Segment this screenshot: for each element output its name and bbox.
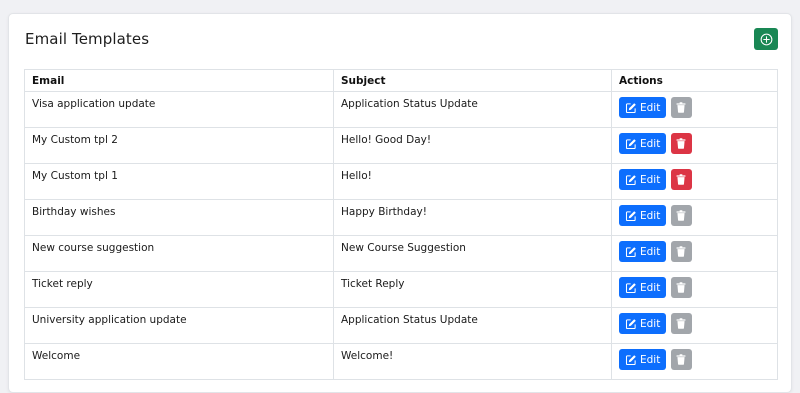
table-row: Ticket reply Ticket Reply Edit xyxy=(24,271,778,308)
actions-cell: Edit xyxy=(611,271,778,308)
edit-button-label: Edit xyxy=(640,101,661,114)
delete-button-disabled xyxy=(670,349,692,370)
table-header-row: Email Subject Actions xyxy=(24,69,778,92)
actions-cell: Edit xyxy=(611,235,778,272)
subject-cell: Ticket Reply xyxy=(333,271,612,308)
plus-circle-icon xyxy=(760,33,773,46)
column-header-email: Email xyxy=(24,69,334,92)
edit-button[interactable]: Edit xyxy=(619,349,667,370)
page-title: Email Templates xyxy=(25,30,150,48)
edit-icon xyxy=(625,174,637,186)
email-cell: University application update xyxy=(24,307,334,344)
table-row: My Custom tpl 1 Hello! Edit xyxy=(24,163,778,200)
table-row: Birthday wishes Happy Birthday! Edit xyxy=(24,199,778,236)
edit-icon xyxy=(625,318,637,330)
edit-button[interactable]: Edit xyxy=(619,313,667,334)
delete-button[interactable] xyxy=(670,133,692,154)
trash-icon xyxy=(676,102,686,113)
edit-button-label: Edit xyxy=(640,137,661,150)
trash-icon xyxy=(676,210,686,221)
edit-icon xyxy=(625,282,637,294)
table-row: University application update Applicatio… xyxy=(24,307,778,344)
edit-button-label: Edit xyxy=(640,209,661,222)
subject-cell: Application Status Update xyxy=(333,91,612,128)
email-cell: New course suggestion xyxy=(24,235,334,272)
edit-icon xyxy=(625,354,637,366)
email-cell: Birthday wishes xyxy=(24,199,334,236)
edit-button[interactable]: Edit xyxy=(619,277,667,298)
email-cell: My Custom tpl 2 xyxy=(24,127,334,164)
edit-icon xyxy=(625,210,637,222)
delete-button-disabled xyxy=(670,241,692,262)
delete-button-disabled xyxy=(670,313,692,334)
subject-cell: New Course Suggestion xyxy=(333,235,612,272)
actions-cell: Edit xyxy=(611,127,778,164)
email-cell: My Custom tpl 1 xyxy=(24,163,334,200)
edit-button[interactable]: Edit xyxy=(619,169,667,190)
actions-cell: Edit xyxy=(611,307,778,344)
column-header-subject: Subject xyxy=(333,69,612,92)
edit-button-label: Edit xyxy=(640,281,661,294)
subject-cell: Happy Birthday! xyxy=(333,199,612,236)
actions-cell: Edit xyxy=(611,343,778,380)
trash-icon xyxy=(676,138,686,149)
table-row: Visa application update Application Stat… xyxy=(24,91,778,128)
delete-button-disabled xyxy=(670,205,692,226)
column-header-actions: Actions xyxy=(611,69,778,92)
actions-cell: Edit xyxy=(611,199,778,236)
actions-cell: Edit xyxy=(611,163,778,200)
table-row: New course suggestion New Course Suggest… xyxy=(24,235,778,272)
edit-button[interactable]: Edit xyxy=(619,241,667,262)
trash-icon xyxy=(676,318,686,329)
subject-cell: Application Status Update xyxy=(333,307,612,344)
table-row: Welcome Welcome! Edit xyxy=(24,343,778,380)
table-row: My Custom tpl 2 Hello! Good Day! Edit xyxy=(24,127,778,164)
trash-icon xyxy=(676,282,686,293)
email-cell: Ticket reply xyxy=(24,271,334,308)
edit-button[interactable]: Edit xyxy=(619,97,667,118)
subject-cell: Hello! Good Day! xyxy=(333,127,612,164)
edit-button-label: Edit xyxy=(640,173,661,186)
email-cell: Visa application update xyxy=(24,91,334,128)
edit-button[interactable]: Edit xyxy=(619,133,667,154)
email-cell: Welcome xyxy=(24,343,334,380)
edit-button-label: Edit xyxy=(640,245,661,258)
edit-icon xyxy=(625,246,637,258)
subject-cell: Welcome! xyxy=(333,343,612,380)
actions-cell: Edit xyxy=(611,91,778,128)
delete-button[interactable] xyxy=(670,169,692,190)
edit-icon xyxy=(625,102,637,114)
trash-icon xyxy=(676,354,686,365)
edit-button-label: Edit xyxy=(640,317,661,330)
email-templates-card: Email Templates Email Subject Actions Vi… xyxy=(8,13,792,393)
delete-button-disabled xyxy=(670,277,692,298)
delete-button-disabled xyxy=(670,97,692,118)
subject-cell: Hello! xyxy=(333,163,612,200)
edit-button[interactable]: Edit xyxy=(619,205,667,226)
edit-button-label: Edit xyxy=(640,353,661,366)
trash-icon xyxy=(676,174,686,185)
add-template-button[interactable] xyxy=(754,28,778,50)
trash-icon xyxy=(676,246,686,257)
templates-table: Email Subject Actions Visa application u… xyxy=(24,69,778,380)
edit-icon xyxy=(625,138,637,150)
